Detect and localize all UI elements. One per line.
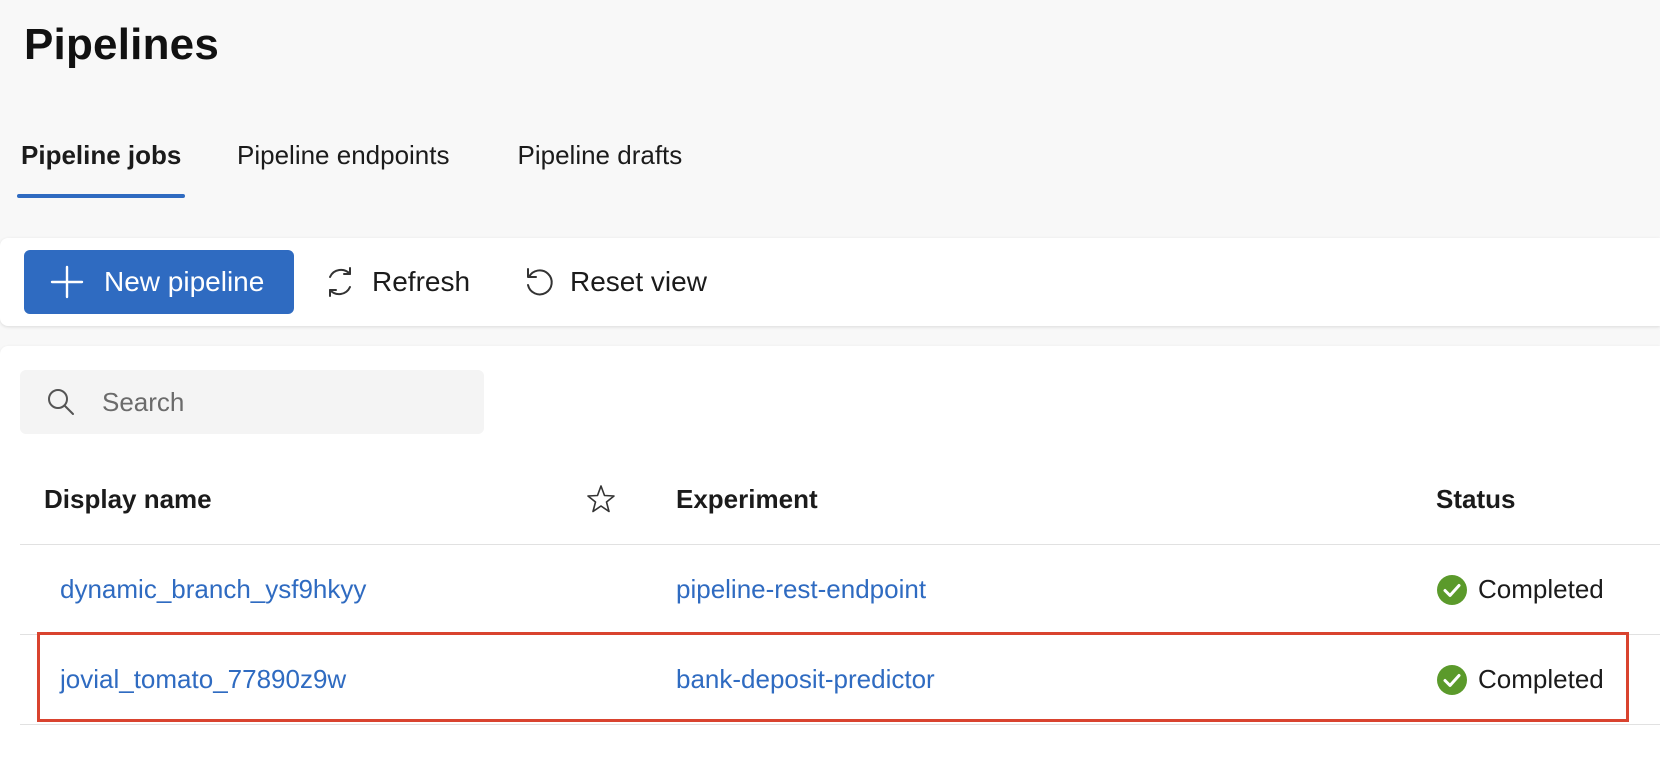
tab-pipeline-drafts[interactable]: Pipeline drafts — [514, 130, 687, 198]
toolbar: New pipeline Refresh Reset view — [0, 238, 1660, 326]
display-name-link[interactable]: dynamic_branch_ysf9hkyy — [60, 545, 366, 634]
column-header-display-name[interactable]: Display name — [44, 454, 212, 544]
reset-view-label: Reset view — [570, 266, 707, 297]
table-row[interactable]: dynamic_branch_ysf9hkyy pipeline-rest-en… — [20, 545, 1660, 635]
check-circle-icon — [1437, 664, 1467, 695]
tab-pipeline-jobs[interactable]: Pipeline jobs — [17, 130, 185, 198]
check-circle-icon — [1437, 574, 1467, 605]
status-text: Completed — [1478, 574, 1604, 604]
refresh-label: Refresh — [372, 266, 471, 297]
tab-pipeline-endpoints[interactable]: Pipeline endpoints — [233, 130, 454, 198]
new-pipeline-button[interactable]: New pipeline — [24, 250, 294, 314]
page-title: Pipelines — [24, 20, 219, 69]
status-text: Completed — [1478, 664, 1604, 694]
search-icon — [48, 389, 74, 415]
column-header-experiment[interactable]: Experiment — [676, 454, 818, 544]
star-icon — [587, 485, 615, 513]
reset-view-button[interactable]: Reset view — [522, 250, 707, 314]
reset-icon — [527, 268, 553, 296]
search-box[interactable] — [20, 370, 484, 434]
status-cell: Completed — [1436, 545, 1604, 634]
display-name-link[interactable]: jovial_tomato_77890z9w — [60, 635, 346, 724]
column-header-status[interactable]: Status — [1436, 454, 1515, 544]
jobs-panel: Display name Experiment Status dynamic_b… — [0, 346, 1660, 766]
status-cell: Completed — [1436, 635, 1604, 724]
table-row[interactable]: jovial_tomato_77890z9w bank-deposit-pred… — [20, 635, 1660, 725]
table-header: Display name Experiment Status — [20, 454, 1660, 545]
experiment-link[interactable]: bank-deposit-predictor — [676, 635, 935, 724]
search-input[interactable] — [100, 385, 434, 419]
tab-bar: Pipeline jobs Pipeline endpoints Pipelin… — [0, 130, 686, 198]
refresh-icon — [329, 267, 351, 297]
refresh-button[interactable]: Refresh — [322, 250, 470, 314]
favorite-column-header[interactable] — [586, 454, 616, 544]
new-pipeline-label: New pipeline — [104, 266, 265, 297]
experiment-link[interactable]: pipeline-rest-endpoint — [676, 545, 926, 634]
plus-icon — [50, 265, 84, 299]
